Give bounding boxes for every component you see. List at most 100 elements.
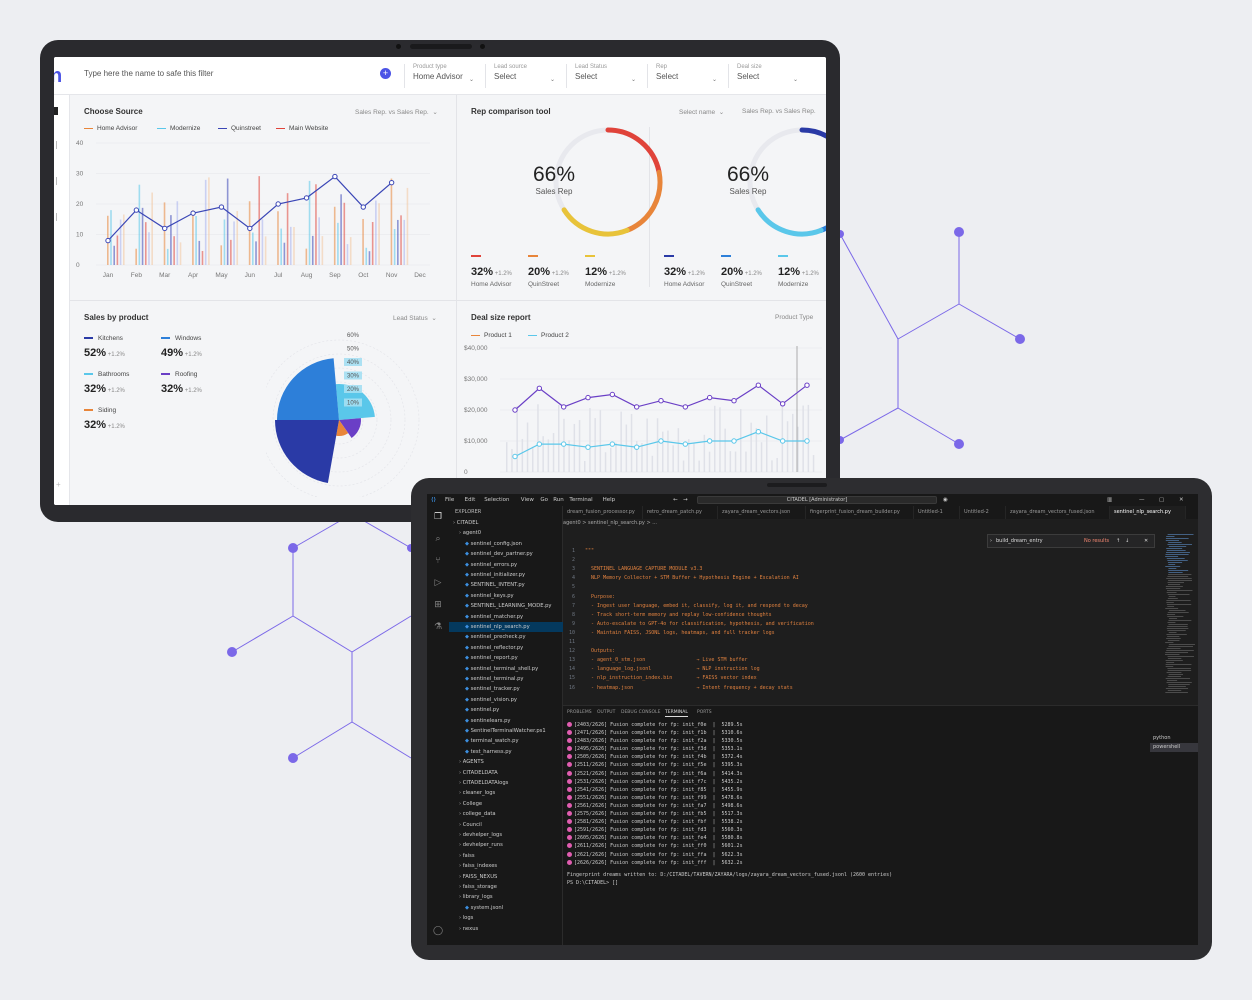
- menu-view[interactable]: View: [521, 497, 534, 503]
- menu-run[interactable]: Run: [553, 497, 564, 503]
- explorer-item[interactable]: ◆ sentinel_terminal_shell.py: [449, 664, 563, 674]
- explorer-item[interactable]: › cleaner_logs: [449, 788, 563, 798]
- explorer-item[interactable]: › CITADELDATAlogs: [449, 778, 563, 788]
- maximize-icon[interactable]: ▢: [1159, 497, 1164, 503]
- explorer-item[interactable]: › CITADEL: [449, 518, 563, 528]
- explorer-item[interactable]: ◆ sentinel_reflector.py: [449, 643, 563, 653]
- nav-back-icon[interactable]: ←: [673, 497, 678, 503]
- menu-file[interactable]: File: [445, 497, 454, 503]
- filter-dropdown[interactable]: Lead Status Select ⌄: [566, 64, 642, 88]
- expand-icon[interactable]: +: [56, 480, 61, 489]
- explorer-item[interactable]: ◆ sentinel_initializer.py: [449, 570, 563, 580]
- menu-go[interactable]: Go: [540, 497, 548, 503]
- brand-logo[interactable]: n: [54, 65, 62, 88]
- panel-tab-problems[interactable]: PROBLEMS: [567, 710, 592, 715]
- explorer-item[interactable]: › Council: [449, 820, 563, 830]
- explorer-item[interactable]: › FAISS_NEXUS: [449, 872, 563, 882]
- copilot-icon[interactable]: ◉: [943, 497, 948, 503]
- explorer-item[interactable]: ◆ test_harness.py: [449, 747, 563, 757]
- find-close-icon[interactable]: ✕: [1144, 538, 1148, 544]
- testing-icon[interactable]: ⚗: [433, 622, 443, 632]
- terminal-powershell[interactable]: powershell: [1150, 743, 1198, 752]
- explorer-item[interactable]: › devhelper_runs: [449, 840, 563, 850]
- filter-dropdown[interactable]: Rep Select ⌄: [647, 64, 723, 88]
- explorer-item[interactable]: › nexus: [449, 924, 563, 934]
- menu-icon[interactable]: [54, 107, 58, 115]
- explorer-item[interactable]: › faiss: [449, 851, 563, 861]
- panel-tab-terminal[interactable]: TERMINAL: [665, 710, 688, 717]
- explorer-item[interactable]: › agent0: [449, 528, 563, 538]
- select-name-dropdown[interactable]: Select name ⌄: [679, 108, 724, 116]
- extensions-icon[interactable]: ⊞: [433, 600, 443, 610]
- terminal-output[interactable]: [2403/2626] Fusion complete for fp: init…: [567, 721, 892, 887]
- explorer-item[interactable]: ◆ sentinelears.py: [449, 716, 563, 726]
- find-input[interactable]: build_dream_entry: [996, 538, 1043, 544]
- explorer-item[interactable]: ◆ SentinelTerminalWatcher.ps1: [449, 726, 563, 736]
- source-control-icon[interactable]: ⑂: [433, 556, 443, 566]
- search-icon[interactable]: ⌕: [433, 534, 443, 544]
- find-prev-icon[interactable]: ↑: [1116, 538, 1120, 544]
- account-icon[interactable]: ◯: [433, 926, 443, 936]
- filter-dropdown[interactable]: Deal size Select ⌄: [728, 64, 804, 88]
- run-debug-icon[interactable]: ▷: [433, 578, 443, 588]
- explorer-item[interactable]: ◆ sentinel_dev_partner.py: [449, 549, 563, 559]
- plus-circle-icon[interactable]: +: [380, 68, 391, 79]
- panel-tab-debug-console[interactable]: DEBUG CONSOLE: [621, 710, 660, 715]
- explorer-item[interactable]: ◆ sentinel_errors.py: [449, 560, 563, 570]
- explorer-item[interactable]: ◆ sentinel_matcher.py: [449, 612, 563, 622]
- editor-tab[interactable]: fingerprint_fusion_dream_builder.py: [806, 506, 914, 519]
- explorer-item[interactable]: › faiss_storage: [449, 882, 563, 892]
- explorer-item[interactable]: ◆ system.jsonl: [449, 903, 563, 913]
- explorer-item[interactable]: › CITADELDATA: [449, 768, 563, 778]
- layout-icon[interactable]: ▥: [1107, 497, 1112, 503]
- explorer-item[interactable]: › devhelper_logs: [449, 830, 563, 840]
- lead-status-dropdown[interactable]: Lead Status ⌄: [393, 314, 437, 322]
- panel-tab-output[interactable]: OUTPUT: [597, 710, 615, 715]
- panel-tab-ports[interactable]: PORTS: [697, 710, 712, 715]
- explorer-item[interactable]: › logs: [449, 913, 563, 923]
- product-type-dropdown[interactable]: Product Type: [775, 314, 813, 321]
- editor-tab[interactable]: sentinel_nlp_search.py: [1110, 506, 1186, 519]
- minimap[interactable]: [1163, 534, 1198, 700]
- explorer-item[interactable]: › AGENTS: [449, 757, 563, 767]
- command-center[interactable]: CITADEL [Administrator]: [697, 496, 937, 504]
- rep-comparison-option[interactable]: Sales Rep. vs Sales Rep.: [742, 108, 816, 115]
- menu-selection[interactable]: Selection: [484, 497, 509, 503]
- editor-tab[interactable]: retro_dream_patch.py: [643, 506, 718, 519]
- explorer-item[interactable]: ◆ SENTINEL_INTENT.py: [449, 580, 563, 590]
- explorer-item[interactable]: ◆ sentinel_report.py: [449, 653, 563, 663]
- explorer-item[interactable]: › College: [449, 799, 563, 809]
- toggle-replace-icon[interactable]: ›: [990, 538, 992, 544]
- editor-tab[interactable]: zayara_dream_vectors.json: [718, 506, 806, 519]
- explorer-item[interactable]: ◆ sentinel_keys.py: [449, 591, 563, 601]
- explorer-item[interactable]: ◆ sentinel.py: [449, 705, 563, 715]
- filter-dropdown[interactable]: Lead source Select ⌄: [485, 64, 561, 88]
- explorer-item[interactable]: ◆ sentinel_vision.py: [449, 695, 563, 705]
- find-next-icon[interactable]: ↓: [1125, 538, 1129, 544]
- menu-help[interactable]: Help: [603, 497, 616, 503]
- explorer-item[interactable]: ◆ sentinel_tracker.py: [449, 684, 563, 694]
- menu-terminal[interactable]: Terminal: [569, 497, 592, 503]
- explorer-item[interactable]: › library_logs: [449, 892, 563, 902]
- editor-tab[interactable]: dream_fusion_processor.py: [563, 506, 643, 519]
- nav-icon[interactable]: [56, 213, 62, 221]
- explorer-item[interactable]: › faiss_indexes: [449, 861, 563, 871]
- editor-tab[interactable]: Untitled-2: [960, 506, 1006, 519]
- nav-forward-icon[interactable]: →: [683, 497, 688, 503]
- terminal-prompt[interactable]: PS D:\CITADEL> []: [567, 879, 892, 887]
- explorer-item[interactable]: ◆ sentinel_nlp_search.py: [449, 622, 563, 632]
- nav-icon[interactable]: [56, 141, 62, 149]
- explorer-icon[interactable]: ❐: [433, 512, 443, 522]
- filter-dropdown[interactable]: Product type Home Advisor ⌄: [404, 64, 480, 88]
- minimize-icon[interactable]: —: [1139, 497, 1145, 503]
- explorer-item[interactable]: ◆ SENTINEL_LEARNING_MODE.py: [449, 601, 563, 611]
- editor-tab[interactable]: Untitled-1: [914, 506, 960, 519]
- breadcrumb[interactable]: agent0 > sentinel_nlp_search.py > ...: [563, 520, 657, 526]
- choose-source-option[interactable]: Sales Rep. vs Sales Rep. ⌄: [355, 108, 438, 116]
- terminal-python[interactable]: python: [1150, 734, 1198, 743]
- menu-edit[interactable]: Edit: [465, 497, 476, 503]
- nav-icon[interactable]: [56, 177, 62, 185]
- explorer-item[interactable]: › college_data: [449, 809, 563, 819]
- explorer-item[interactable]: ◆ sentinel_precheck.py: [449, 632, 563, 642]
- explorer-item[interactable]: ◆ sentinel_terminal.py: [449, 674, 563, 684]
